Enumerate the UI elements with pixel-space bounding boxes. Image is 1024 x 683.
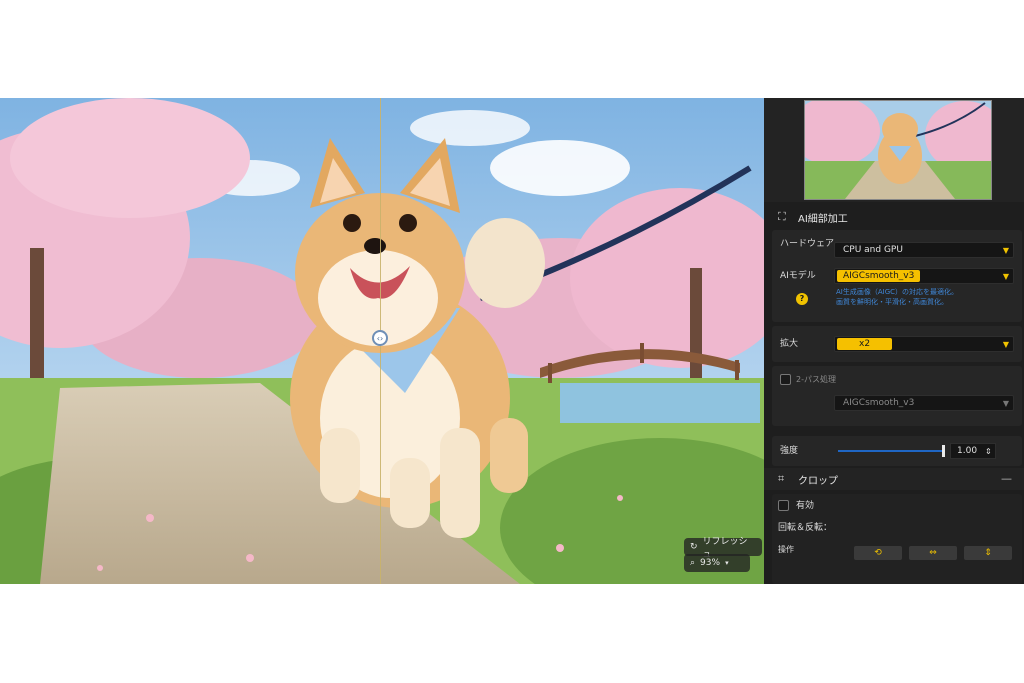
zoom-value: 93% [700,558,721,568]
two-pass-checkbox[interactable] [780,374,791,385]
model-select[interactable]: AIGCsmooth_v3 ▼ [834,268,1014,284]
chevron-down-icon: ▼ [1002,245,1010,255]
strength-label: 強度 [780,446,799,456]
strength-input[interactable]: 1.00 ⇕ [950,443,996,459]
strength-group: 強度 1.00 ⇕ [772,436,1022,466]
chevron-down-icon: ▼ [1002,398,1010,408]
split-handle-icon[interactable]: ‹› [372,330,388,346]
chevron-down-icon: ▼ [1002,271,1010,281]
ai-enhance-section-header[interactable]: ⛶ AI細部加工 [764,206,1024,228]
scale-label: 拡大 [780,339,799,349]
crop-enable-checkbox[interactable] [778,500,789,511]
two-pass-label: 2-パス処理 [796,375,836,384]
chevron-down-icon: ▼ [1002,339,1010,349]
model-value: AIGCsmooth_v3 [837,270,921,282]
model-note-2: 画質を鮮明化・平滑化・高画質化。 [836,298,948,306]
navigator-image [805,101,991,199]
crop-group: 有効 回転＆反転： 操作 ⟲ ⇔ ⇕ [772,494,1022,584]
two-pass-model-value: AIGCsmooth_v3 [843,398,915,408]
hardware-select[interactable]: CPU and GPU ▼ [834,242,1014,258]
image-preview[interactable]: ‹› ↻ リフレッシュ ⌕ 93% ▾ [0,98,764,584]
crop-section-header[interactable]: ⌗ クロップ — [764,468,1024,490]
hardware-value: CPU and GPU [843,245,903,255]
ai-enhance-title: AI細部加工 [798,213,848,225]
rotate-icon: ⟲ [874,548,882,558]
stepper-icon[interactable]: ⇕ [985,447,992,456]
crop-enable-label: 有効 [796,501,815,511]
zoom-control[interactable]: ⌕ 93% ▾ [684,554,750,572]
two-pass-group: 2-パス処理 AIGCsmooth_v3 ▼ [772,366,1022,426]
scale-select[interactable]: x2 ▼ [834,336,1014,352]
operation-label: 操作 [778,545,794,554]
ai-model-group: ハードウェア CPU and GPU ▼ AIモデル AIGCsmooth_v3… [772,230,1022,322]
rotate-flip-label: 回転＆反転： [778,523,833,533]
chevron-down-icon: ▾ [725,559,729,567]
crop-title: クロップ [798,475,838,487]
collapse-icon[interactable]: — [1001,472,1012,485]
navigator [764,98,1024,202]
scale-value: x2 [837,338,893,350]
flip-vertical-button[interactable]: ⇕ [964,546,1012,560]
flip-horizontal-icon: ⇔ [929,548,937,558]
scale-group: 拡大 x2 ▼ [772,326,1022,362]
model-label: AIモデル [780,271,816,281]
settings-panel: ⛶ AI細部加工 ハードウェア CPU and GPU ▼ AIモデル AIGC… [764,98,1024,584]
flip-horizontal-button[interactable]: ⇔ [909,546,957,560]
hardware-label: ハードウェア [780,239,835,249]
rotate-button[interactable]: ⟲ [854,546,902,560]
crop-icon: ⌗ [778,472,785,485]
magnifier-icon: ⌕ [690,558,696,568]
two-pass-model-select[interactable]: AIGCsmooth_v3 ▼ [834,395,1014,411]
flip-vertical-icon: ⇕ [984,548,992,558]
navigator-thumbnail[interactable] [804,100,992,200]
refresh-icon: ↻ [690,542,698,552]
strength-slider[interactable] [838,450,944,452]
strength-value: 1.00 [957,446,978,456]
crop-enhance-icon: ⛶ [778,210,786,223]
model-note-1: AI生成画像（AIGC）の対応を最適化。 [836,288,959,296]
help-icon[interactable]: ? [796,293,808,305]
app-window: ‹› ↻ リフレッシュ ⌕ 93% ▾ [0,98,1024,584]
strength-slider-knob[interactable] [942,445,945,457]
